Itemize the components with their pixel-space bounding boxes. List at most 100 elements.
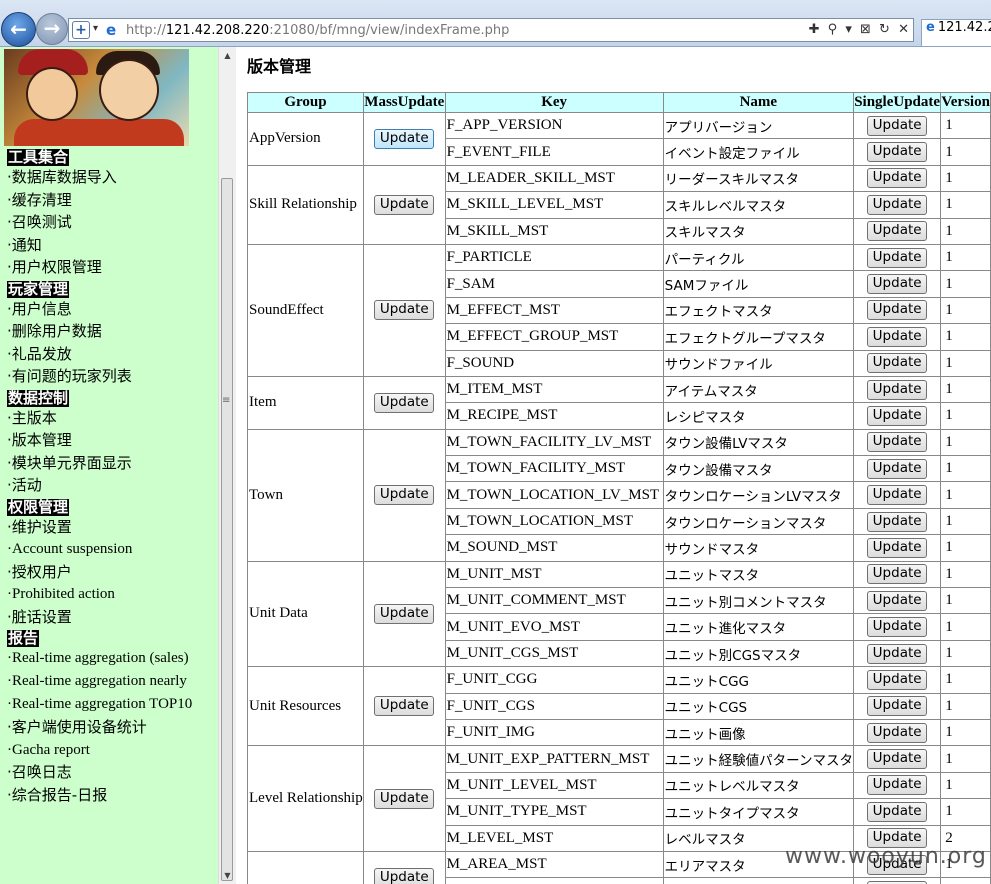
version-cell: 1 bbox=[940, 138, 991, 166]
dropdown-icon[interactable]: ▾ bbox=[845, 22, 852, 37]
single-update-button[interactable]: Update bbox=[867, 749, 928, 770]
sidebar-link-label: 综合报告-日报 bbox=[11, 785, 108, 804]
single-update-button[interactable]: Update bbox=[867, 300, 928, 321]
stop-icon[interactable]: ✕ bbox=[898, 22, 909, 37]
sidebar-link[interactable]: ·Prohibited action bbox=[7, 583, 212, 606]
single-update-button[interactable]: Update bbox=[867, 194, 928, 215]
sidebar-link[interactable]: ·通知 bbox=[7, 234, 212, 257]
version-cell: 1 bbox=[940, 402, 991, 430]
mass-update-cell: Update bbox=[362, 164, 446, 245]
scroll-up-icon[interactable]: ▲ bbox=[219, 47, 236, 64]
single-update-button[interactable]: Update bbox=[867, 115, 928, 136]
sidebar-link[interactable]: ·脏话设置 bbox=[7, 606, 212, 629]
single-update-cell: Update bbox=[852, 587, 942, 615]
sidebar-link[interactable]: ·客户端使用设备统计 bbox=[7, 716, 212, 739]
mass-update-cell: Update bbox=[362, 243, 446, 377]
compat-icon[interactable]: ✚ bbox=[809, 22, 820, 37]
mass-update-button[interactable]: Update bbox=[374, 300, 435, 321]
refresh-icon[interactable]: ↻ bbox=[879, 22, 890, 37]
back-arrow-icon[interactable]: ← bbox=[1, 12, 36, 47]
single-update-button[interactable]: Update bbox=[867, 485, 928, 506]
mass-update-button[interactable]: Update bbox=[374, 603, 435, 624]
main-frame: 版本管理 Group MassUpdate Key Name SingleUpdate V… bbox=[236, 47, 991, 884]
version-cell: 1 bbox=[940, 560, 991, 589]
mass-update-button[interactable]: Update bbox=[374, 485, 435, 506]
single-update-button[interactable]: Update bbox=[867, 458, 928, 479]
sidebar-link[interactable]: ·授权用户 bbox=[7, 561, 212, 584]
sidebar-link[interactable]: ·有问题的玩家列表 bbox=[7, 365, 212, 388]
sidebar-scrollbar[interactable]: ▲ ≡ ▼ bbox=[218, 47, 236, 884]
single-update-button[interactable]: Update bbox=[867, 722, 928, 743]
sidebar-link[interactable]: ·活动 bbox=[7, 474, 212, 497]
sidebar-link-label: 模块单元界面显示 bbox=[11, 453, 132, 472]
key-cell: F_UNIT_CGS bbox=[444, 692, 664, 720]
forward-arrow-icon[interactable]: → bbox=[36, 13, 68, 45]
single-update-button[interactable]: Update bbox=[867, 353, 928, 374]
section-title: 权限管理 bbox=[7, 497, 70, 516]
sidebar-link[interactable]: ·缓存清理 bbox=[7, 189, 212, 212]
single-update-cell: Update bbox=[852, 349, 942, 377]
version-cell: 1 bbox=[940, 455, 991, 483]
url-text[interactable]: http://121.42.208.220:21080/bf/mng/view/… bbox=[126, 23, 509, 38]
chevron-down-icon[interactable]: ▾ bbox=[93, 23, 98, 34]
key-cell: M_EFFECT_GROUP_MST bbox=[444, 323, 664, 351]
mass-update-button[interactable]: Update bbox=[374, 788, 435, 809]
search-icon[interactable]: ⚲ bbox=[828, 22, 838, 37]
sidebar-link[interactable]: ·删除用户数据 bbox=[7, 320, 212, 343]
key-cell: M_TOWN_LOCATION_MST bbox=[444, 507, 664, 536]
single-update-button[interactable]: Update bbox=[867, 247, 928, 268]
sidebar-link[interactable]: ·Real-time aggregation TOP10 bbox=[7, 693, 212, 716]
sidebar-link[interactable]: ·综合报告-日报 bbox=[7, 784, 212, 807]
single-update-button[interactable]: Update bbox=[867, 168, 928, 189]
single-update-button[interactable]: Update bbox=[867, 142, 928, 163]
single-update-button[interactable]: Update bbox=[867, 775, 928, 796]
scroll-down-icon[interactable]: ▼ bbox=[219, 867, 236, 884]
mass-update-button[interactable]: Update bbox=[374, 696, 435, 717]
page-title: 版本管理 bbox=[247, 57, 312, 76]
sidebar-link[interactable]: ·数据库数据导入 bbox=[7, 166, 212, 189]
address-tools: ✚ ⚲ ▾ ⊠ ↻ ✕ bbox=[805, 22, 909, 37]
single-update-button[interactable]: Update bbox=[867, 801, 928, 822]
mass-update-button[interactable]: Update bbox=[374, 194, 435, 215]
sidebar-link[interactable]: ·Gacha report bbox=[7, 739, 212, 762]
sidebar-link[interactable]: ·Real-time aggregation (sales) bbox=[7, 647, 212, 670]
browser-tab[interactable]: e 121.42.2 bbox=[921, 19, 991, 46]
single-update-button[interactable]: Update bbox=[867, 221, 928, 242]
single-update-button[interactable]: Update bbox=[867, 617, 928, 638]
section-title: 数据控制 bbox=[7, 388, 70, 407]
single-update-button[interactable]: Update bbox=[867, 432, 928, 453]
mass-update-button[interactable]: Update bbox=[374, 128, 435, 149]
single-update-button[interactable]: Update bbox=[867, 274, 928, 295]
mass-update-cell: Update bbox=[362, 745, 446, 852]
version-cell: 1 bbox=[940, 745, 991, 773]
single-update-button[interactable]: Update bbox=[867, 564, 928, 585]
single-update-button[interactable]: Update bbox=[867, 537, 928, 558]
sidebar-link[interactable]: ·维护设置 bbox=[7, 516, 212, 539]
sidebar-link[interactable]: ·Real-time aggregation nearly bbox=[7, 670, 212, 693]
single-update-cell: Update bbox=[852, 164, 942, 193]
sidebar-link[interactable]: ·版本管理 bbox=[7, 429, 212, 452]
sidebar-link[interactable]: ·主版本 bbox=[7, 407, 212, 430]
address-bar[interactable]: + ▾ e http://121.42.208.220:21080/bf/mng… bbox=[68, 18, 914, 42]
single-update-button[interactable]: Update bbox=[867, 696, 928, 717]
mass-update-button[interactable]: Update bbox=[374, 392, 435, 413]
sidebar-link[interactable]: ·召唤测试 bbox=[7, 211, 212, 234]
sidebar-link[interactable]: ·模块单元界面显示 bbox=[7, 452, 212, 475]
sidebar-link[interactable]: ·礼品发放 bbox=[7, 343, 212, 366]
mass-update-button[interactable]: Update bbox=[374, 867, 435, 884]
single-update-button[interactable]: Update bbox=[867, 379, 928, 400]
sidebar-link[interactable]: ·召唤日志 bbox=[7, 761, 212, 784]
compat-view-icon[interactable]: ⊠ bbox=[860, 22, 871, 37]
single-update-button[interactable]: Update bbox=[867, 511, 928, 532]
sidebar-link[interactable]: ·用户权限管理 bbox=[7, 256, 212, 279]
single-update-button[interactable]: Update bbox=[867, 326, 928, 347]
add-site-icon[interactable]: + bbox=[72, 21, 90, 39]
single-update-button[interactable]: Update bbox=[867, 643, 928, 664]
single-update-button[interactable]: Update bbox=[867, 405, 928, 426]
key-cell: M_TOWN_LOCATION_LV_MST bbox=[444, 481, 664, 509]
single-update-button[interactable]: Update bbox=[867, 669, 928, 690]
single-update-button[interactable]: Update bbox=[867, 590, 928, 611]
scrollbar-thumb[interactable] bbox=[221, 178, 233, 881]
sidebar-link[interactable]: ·Account suspension bbox=[7, 538, 212, 561]
sidebar-link[interactable]: ·用户信息 bbox=[7, 298, 212, 321]
